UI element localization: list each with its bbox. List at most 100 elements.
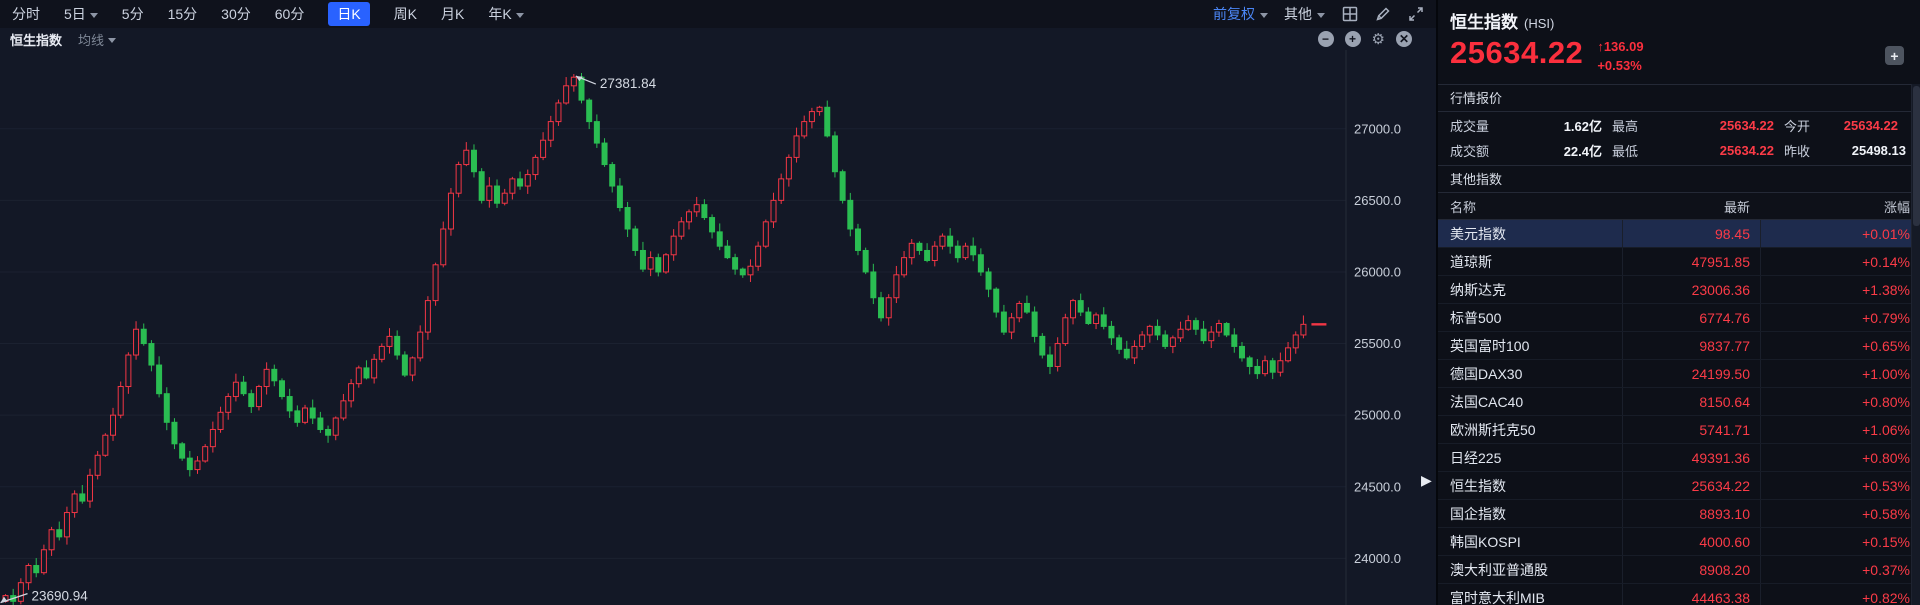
- index-change-cell: +0.14%: [1760, 248, 1920, 275]
- index-row-恒生指数[interactable]: 恒生指数25634.22+0.53%: [1438, 472, 1920, 500]
- period-tab-60分[interactable]: 60分: [275, 4, 305, 24]
- index-latest-cell: 5741.71: [1622, 416, 1760, 443]
- period-tab-label: 周K: [394, 4, 417, 24]
- index-name: 恒生指数: [1450, 13, 1518, 32]
- period-tab-label: 月K: [441, 4, 464, 24]
- adjust-dropdown[interactable]: 前复权: [1213, 4, 1268, 24]
- index-change-cell: +0.79%: [1760, 304, 1920, 331]
- period-tab-label: 5分: [122, 4, 144, 24]
- indices-table: 美元指数98.45+0.01%道琼斯47951.85+0.14%纳斯达克2300…: [1438, 220, 1920, 605]
- index-change-cell: +0.82%: [1760, 584, 1920, 605]
- quote-grid: 成交量1.62亿最高25634.22今开25634.22成交额22.4亿最低25…: [1438, 112, 1920, 165]
- quote-section-title: 行情报价: [1438, 84, 1920, 112]
- settings-icon[interactable]: ⚙: [1372, 30, 1385, 48]
- index-row-韩国KOSPI[interactable]: 韩国KOSPI4000.60+0.15%: [1438, 528, 1920, 556]
- chevron-down-icon: [90, 13, 98, 18]
- index-row-美元指数[interactable]: 美元指数98.45+0.01%: [1438, 220, 1920, 248]
- index-change-cell: +0.53%: [1760, 472, 1920, 499]
- index-row-日经225[interactable]: 日经22549391.36+0.80%: [1438, 444, 1920, 472]
- zoom-in-icon[interactable]: +: [1345, 31, 1361, 47]
- index-latest-cell: 44463.38: [1622, 584, 1760, 605]
- indices-header-change[interactable]: 涨幅: [1760, 197, 1920, 216]
- high-price-annotation: 27381.84: [600, 76, 657, 91]
- period-toolbar: 分时 5日 5分 15分 30分 60分 日K 周K 月K 年K 前复权 其他: [0, 0, 1436, 28]
- quote-value: 25498.13: [1836, 143, 1908, 158]
- index-row-法国CAC40[interactable]: 法国CAC408150.64+0.80%: [1438, 388, 1920, 416]
- candlestick-svg[interactable]: 27000.026500.026000.025500.025000.024500…: [0, 50, 1436, 605]
- chevron-down-icon: [108, 38, 116, 43]
- price-change-block: ↑136.09 +0.53%: [1597, 37, 1643, 76]
- chevron-down-icon: [1317, 13, 1325, 18]
- indices-header-latest[interactable]: 最新: [1622, 197, 1760, 216]
- period-tab-label: 15分: [168, 4, 198, 24]
- index-change-cell: +0.58%: [1760, 500, 1920, 527]
- grid-layout-icon[interactable]: [1341, 6, 1358, 23]
- index-row-富时意大利MIB[interactable]: 富时意大利MIB44463.38+0.82%: [1438, 584, 1920, 605]
- index-change-cell: +0.80%: [1760, 388, 1920, 415]
- panel-scrollbar[interactable]: [1911, 84, 1920, 605]
- fullscreen-icon[interactable]: [1407, 6, 1424, 23]
- period-tab-label: 年K: [488, 4, 511, 24]
- index-row-道琼斯[interactable]: 道琼斯47951.85+0.14%: [1438, 248, 1920, 276]
- y-axis-tick-label: 24000.0: [1354, 551, 1401, 566]
- quote-label: 最高: [1612, 116, 1666, 135]
- index-change-cell: +0.15%: [1760, 528, 1920, 555]
- indices-header-name[interactable]: 名称: [1438, 197, 1622, 216]
- index-row-英国富时100[interactable]: 英国富时1009837.77+0.65%: [1438, 332, 1920, 360]
- period-tab-月K[interactable]: 月K: [441, 4, 464, 24]
- period-tab-5日[interactable]: 5日: [64, 4, 98, 24]
- index-name-cell: 德国DAX30: [1438, 364, 1622, 384]
- chart-panel: 分时 5日 5分 15分 30分 60分 日K 周K 月K 年K 前复权 其他: [0, 0, 1436, 605]
- close-icon[interactable]: ✕: [1396, 31, 1412, 47]
- chart-subbar: 恒生指数 均线 − + ⚙ ✕: [0, 28, 1436, 50]
- y-axis-tick-label: 26000.0: [1354, 264, 1401, 279]
- chevron-down-icon: [516, 13, 524, 18]
- quote-label: 最低: [1612, 141, 1666, 160]
- y-axis-tick-label: 25500.0: [1354, 336, 1401, 351]
- period-tab-日K[interactable]: 日K: [328, 2, 369, 26]
- index-name-cell: 美元指数: [1438, 224, 1622, 244]
- ma-dropdown[interactable]: 均线: [78, 30, 116, 49]
- other-label: 其他: [1284, 4, 1312, 24]
- chart-tool-icons: − + ⚙ ✕: [1318, 30, 1426, 48]
- index-row-澳大利亚普通股[interactable]: 澳大利亚普通股8908.20+0.37%: [1438, 556, 1920, 584]
- scrollbar-thumb[interactable]: [1913, 86, 1920, 226]
- index-code: (HSI): [1524, 16, 1554, 31]
- index-row-欧洲斯托克50[interactable]: 欧洲斯托克505741.71+1.06%: [1438, 416, 1920, 444]
- index-name-cell: 恒生指数: [1438, 476, 1622, 496]
- index-name-cell: 澳大利亚普通股: [1438, 560, 1622, 580]
- period-tab-15分[interactable]: 15分: [168, 4, 198, 24]
- ma-label: 均线: [78, 30, 104, 49]
- add-to-watchlist-button[interactable]: +: [1885, 46, 1904, 65]
- index-row-德国DAX30[interactable]: 德国DAX3024199.50+1.00%: [1438, 360, 1920, 388]
- index-row-国企指数[interactable]: 国企指数8893.10+0.58%: [1438, 500, 1920, 528]
- index-row-标普500[interactable]: 标普5006774.76+0.79%: [1438, 304, 1920, 332]
- period-tab-label: 5日: [64, 4, 86, 24]
- period-tab-分时[interactable]: 分时: [12, 4, 40, 24]
- index-name-cell: 道琼斯: [1438, 252, 1622, 272]
- index-latest-cell: 9837.77: [1622, 332, 1760, 359]
- chart-symbol-label: 恒生指数: [10, 30, 62, 49]
- period-tab-30分[interactable]: 30分: [221, 4, 251, 24]
- panel-collapse-arrow-icon[interactable]: ▶: [1421, 472, 1432, 489]
- indices-table-header: 名称最新涨幅: [1438, 193, 1920, 220]
- index-latest-cell: 8150.64: [1622, 388, 1760, 415]
- index-change-cell: +1.06%: [1760, 416, 1920, 443]
- other-dropdown[interactable]: 其他: [1284, 4, 1325, 24]
- index-name-cell: 欧洲斯托克50: [1438, 420, 1622, 440]
- index-change-cell: +0.65%: [1760, 332, 1920, 359]
- brush-icon[interactable]: [1374, 6, 1391, 23]
- period-tab-5分[interactable]: 5分: [122, 4, 144, 24]
- quote-label: 今开: [1784, 116, 1836, 135]
- period-tab-周K[interactable]: 周K: [394, 4, 417, 24]
- index-row-纳斯达克[interactable]: 纳斯达克23006.36+1.38%: [1438, 276, 1920, 304]
- zoom-out-icon[interactable]: −: [1318, 31, 1334, 47]
- index-latest-cell: 47951.85: [1622, 248, 1760, 275]
- period-tab-年K[interactable]: 年K: [488, 4, 523, 24]
- index-name-cell: 英国富时100: [1438, 336, 1622, 356]
- index-latest-cell: 6774.76: [1622, 304, 1760, 331]
- index-name-cell: 富时意大利MIB: [1438, 588, 1622, 605]
- candlestick-chart[interactable]: 27000.026500.026000.025500.025000.024500…: [0, 50, 1436, 605]
- index-change-cell: +0.01%: [1760, 220, 1920, 247]
- index-name-cell: 日经225: [1438, 448, 1622, 468]
